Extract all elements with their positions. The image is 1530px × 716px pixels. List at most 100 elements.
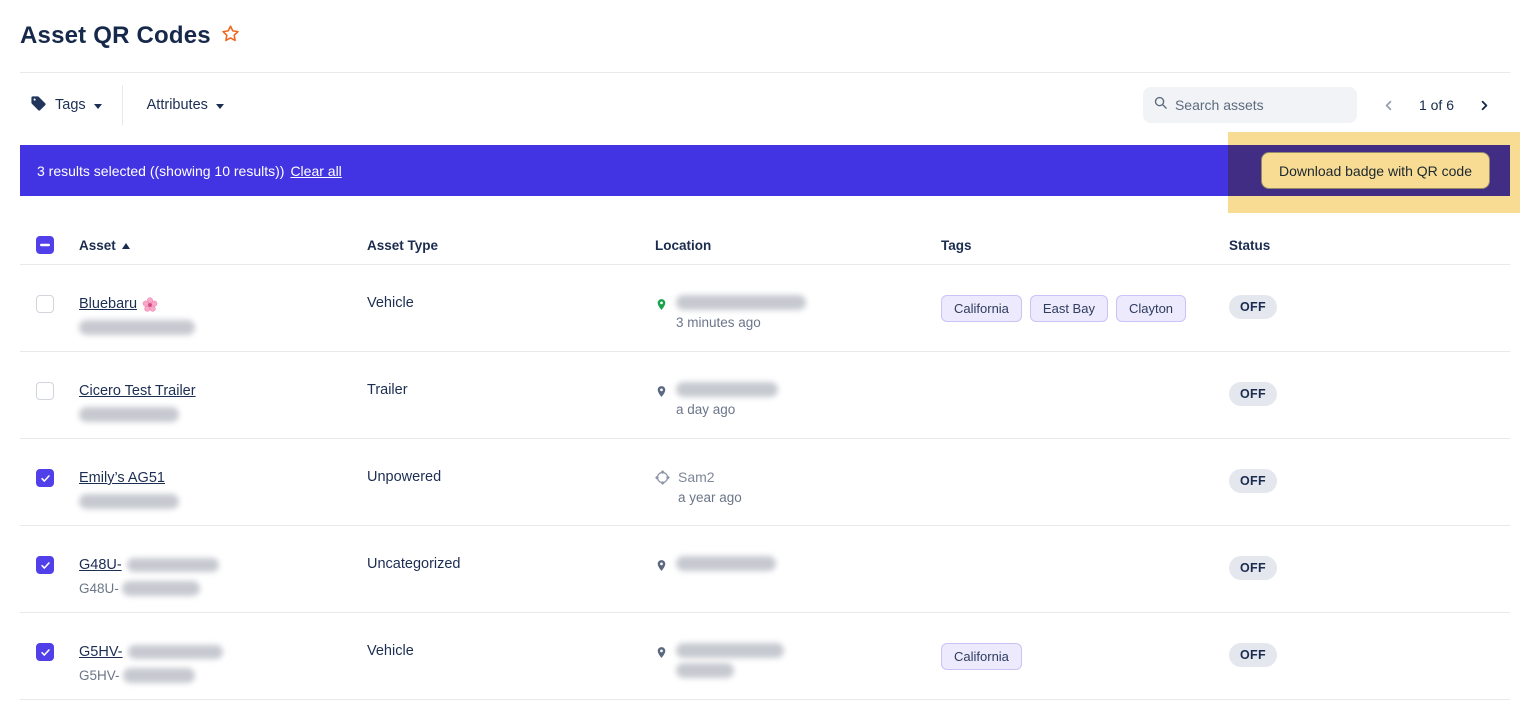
tag-icon: [30, 95, 47, 116]
favorite-star-icon[interactable]: [221, 24, 240, 43]
table-row: Bluebaru Vehicle 3 minutes ago California Ea…: [20, 265, 1510, 352]
toolbar-divider: [122, 85, 123, 125]
row-checkbox[interactable]: [36, 295, 54, 313]
page-title: Asset QR Codes: [20, 22, 211, 50]
location-cell: [655, 556, 941, 579]
tag-pill[interactable]: California: [941, 643, 1022, 670]
asset-subtitle: [79, 320, 367, 335]
asset-name: Emily’s AG51: [79, 470, 165, 486]
table-header-row: Asset Asset Type Location Tags Status: [20, 227, 1510, 265]
download-badge-button[interactable]: Download badge with QR code: [1261, 152, 1490, 189]
previous-page-button[interactable]: [1375, 91, 1403, 119]
asset-type: Vehicle: [367, 643, 655, 659]
page-header: Asset QR Codes: [0, 0, 1530, 50]
map-pin-icon: [655, 383, 668, 417]
status-badge: OFF: [1229, 382, 1277, 406]
selection-summary: 3 results selected ((showing 10 results)…: [37, 163, 284, 179]
table-body: Bluebaru Vehicle 3 minutes ago California Ea…: [20, 265, 1510, 700]
search-icon: [1153, 95, 1168, 115]
map-pin-icon: [655, 557, 668, 579]
asset-name: G48U-: [79, 557, 122, 573]
asset-type: Trailer: [367, 382, 655, 398]
page-indicator: 1 of 6: [1419, 97, 1454, 113]
redacted-text: [676, 643, 784, 658]
asset-name: Bluebaru: [79, 296, 137, 312]
redacted-text: [676, 295, 806, 310]
row-checkbox[interactable]: [36, 643, 54, 661]
status-badge: OFF: [1229, 469, 1277, 493]
table-row: G5HV-G5HV-VehicleCaliforniaOFF: [20, 613, 1510, 700]
asset-subtitle: [79, 407, 367, 422]
asset-subtitle: [79, 494, 367, 509]
asset-link[interactable]: Bluebaru: [79, 296, 158, 313]
map-pin-icon: [655, 644, 668, 678]
map-pin-icon: [655, 296, 668, 330]
toolbar-right: 1 of 6: [1143, 87, 1510, 123]
asset-name: Cicero Test Trailer: [79, 383, 196, 399]
asset-name: G5HV-: [79, 644, 123, 660]
redacted-text: [676, 556, 776, 571]
location-updated-time: a year ago: [678, 490, 742, 505]
location-cell: 3 minutes ago: [655, 295, 941, 330]
chevron-down-icon: [94, 104, 102, 109]
asset-type: Unpowered: [367, 469, 655, 485]
column-header-tags[interactable]: Tags: [941, 238, 1229, 253]
asset-type: Uncategorized: [367, 556, 655, 572]
toolbar: Tags Attributes 1 of 6: [0, 73, 1530, 137]
chevron-down-icon: [216, 104, 224, 109]
location-updated-time: a day ago: [676, 402, 778, 417]
column-header-asset[interactable]: Asset: [79, 238, 367, 253]
asset-link[interactable]: G5HV-: [79, 644, 223, 660]
asset-type: Vehicle: [367, 295, 655, 311]
row-checkbox[interactable]: [36, 382, 54, 400]
tags-filter-label: Tags: [55, 97, 86, 113]
cherry-blossom-emoji: [142, 297, 158, 313]
redacted-text: [122, 581, 200, 596]
tags-cell: California East Bay Clayton: [941, 295, 1229, 322]
search-input[interactable]: [1175, 97, 1347, 113]
asset-table: Asset Asset Type Location Tags Status Bl…: [20, 227, 1510, 700]
location-name: Sam2: [678, 469, 742, 485]
attributes-filter-button[interactable]: Attributes: [137, 89, 234, 121]
status-badge: OFF: [1229, 295, 1277, 319]
redacted-text: [123, 668, 195, 683]
column-header-location[interactable]: Location: [655, 238, 941, 253]
column-header-asset-type[interactable]: Asset Type: [367, 238, 655, 253]
redacted-text: [79, 494, 179, 509]
redacted-text: [128, 645, 223, 659]
table-row: Emily’s AG51 Unpowered Sam2 a year ago OFF: [20, 439, 1510, 526]
table-row: Cicero Test Trailer Trailer a day ago OFF: [20, 352, 1510, 439]
redacted-text: [79, 320, 195, 335]
selection-banner: 3 results selected ((showing 10 results)…: [20, 145, 1510, 196]
pagination: 1 of 6: [1375, 91, 1498, 119]
tags-filter-button[interactable]: Tags: [20, 87, 112, 124]
attributes-filter-label: Attributes: [147, 97, 208, 113]
redacted-text: [676, 663, 734, 678]
row-checkbox[interactable]: [36, 469, 54, 487]
location-cell: Sam2 a year ago: [655, 469, 941, 505]
status-badge: OFF: [1229, 556, 1277, 580]
next-page-button[interactable]: [1470, 91, 1498, 119]
location-updated-time: 3 minutes ago: [676, 315, 806, 330]
tag-pill[interactable]: East Bay: [1030, 295, 1108, 322]
tag-pill[interactable]: California: [941, 295, 1022, 322]
geofence-icon: [655, 470, 670, 505]
redacted-text: [127, 558, 219, 572]
column-header-status[interactable]: Status: [1229, 238, 1510, 253]
asset-link[interactable]: Emily’s AG51: [79, 470, 165, 486]
tag-pill[interactable]: Clayton: [1116, 295, 1186, 322]
search-box[interactable]: [1143, 87, 1357, 123]
redacted-text: [79, 407, 179, 422]
redacted-text: [676, 382, 778, 397]
asset-subtitle: G48U-: [79, 581, 367, 596]
asset-subtitle: G5HV-: [79, 668, 367, 683]
select-all-checkbox[interactable]: [36, 236, 54, 254]
asset-link[interactable]: G48U-: [79, 557, 219, 573]
asset-link[interactable]: Cicero Test Trailer: [79, 383, 196, 399]
sort-ascending-icon: [122, 243, 130, 249]
clear-all-link[interactable]: Clear all: [290, 163, 341, 179]
location-cell: [655, 643, 941, 678]
row-checkbox[interactable]: [36, 556, 54, 574]
status-badge: OFF: [1229, 643, 1277, 667]
tags-cell: California: [941, 643, 1229, 670]
